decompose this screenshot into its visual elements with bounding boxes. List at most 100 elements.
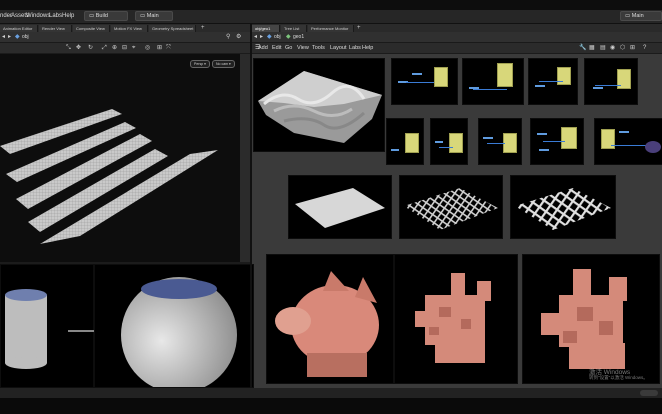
- lattice-thumbnail-1: [399, 175, 503, 239]
- node: [391, 149, 399, 151]
- terrain-thumbnail: [253, 58, 385, 152]
- network-icon[interactable]: ⊞: [630, 45, 635, 51]
- node-wire: [473, 89, 507, 90]
- tab-network-geo1[interactable]: obj/geo1: [252, 25, 280, 32]
- network-thumbnail-8: [530, 118, 584, 165]
- tab-tree-list[interactable]: Tree List: [281, 25, 307, 32]
- pane-divider[interactable]: [250, 24, 252, 388]
- network-thumbnail-4: [584, 58, 638, 105]
- watermark-subtitle: 转到"设置"以激活 Windows。: [589, 375, 648, 380]
- network-thumbnail-5: [386, 118, 424, 165]
- network-thumbnail-7: [478, 118, 522, 165]
- pig-voxel-thumbnail-2: [522, 254, 660, 384]
- view-tool-icon[interactable]: ◎: [145, 45, 150, 51]
- menu-windows[interactable]: Windows: [26, 13, 50, 19]
- status-indicator[interactable]: [640, 390, 658, 396]
- node: [593, 87, 603, 89]
- status-strip: [0, 388, 662, 398]
- sticky-node: [434, 67, 448, 87]
- node-wire: [595, 85, 621, 86]
- network-menu-edit[interactable]: Edit: [272, 45, 281, 51]
- pig-voxel-thumbnail-1: [394, 254, 518, 384]
- shape-icon[interactable]: ⬡: [620, 45, 625, 51]
- pig-voxel-mesh-coarse: [541, 269, 627, 369]
- right-path-obj[interactable]: obj: [274, 34, 281, 40]
- display-options-icon[interactable]: ⊞: [157, 45, 162, 51]
- desktop-selector[interactable]: ▭ Main: [620, 11, 662, 21]
- node: [539, 149, 549, 151]
- move-tool-icon[interactable]: ✥: [76, 45, 81, 51]
- desktop-tab-label: Build: [95, 13, 108, 19]
- sticky-node: [449, 133, 463, 153]
- panel-menu-icon[interactable]: ⚙: [236, 34, 241, 40]
- sticky-node: [497, 63, 513, 87]
- help-icon[interactable]: ?: [643, 45, 646, 51]
- pose-tool-icon[interactable]: ⌖: [132, 45, 135, 51]
- network-menu-layout[interactable]: Layout: [330, 45, 347, 51]
- network-thumbnail-3: [528, 58, 578, 105]
- add-tab-icon[interactable]: +: [357, 25, 361, 31]
- network-menu-tools[interactable]: Tools: [312, 45, 325, 51]
- node-wire: [406, 82, 434, 83]
- scale-tool-icon[interactable]: ⤢: [102, 45, 107, 51]
- window-bottom-band: [0, 398, 662, 414]
- desktop-tab-build[interactable]: ▭ Build: [84, 11, 128, 21]
- tools-icon[interactable]: 🔧: [579, 45, 586, 51]
- lattice-plane: [404, 188, 498, 230]
- main-menubar: nder Assets Windows Labs Help ▭ Build ▭ …: [0, 10, 662, 24]
- camera-menu-button[interactable]: No cam ▾: [212, 60, 235, 68]
- grid-strips-view: [0, 109, 218, 244]
- network-menu-labs[interactable]: Labs: [349, 45, 361, 51]
- handle-tool-icon[interactable]: ⊕: [112, 45, 117, 51]
- node-wire: [487, 143, 505, 144]
- tab-animation-editor[interactable]: Animation Editor: [0, 25, 38, 32]
- menu-labs[interactable]: Labs: [49, 13, 62, 19]
- plane-thumbnail: [288, 175, 392, 239]
- sphere-mesh: [121, 277, 237, 393]
- node-wire: [543, 141, 565, 142]
- back-arrow-icon[interactable]: ◂: [254, 34, 257, 40]
- desktop-tab-main[interactable]: ▭ Main: [135, 11, 173, 21]
- network-menu-view[interactable]: View: [297, 45, 309, 51]
- right-path-bar: ◂ ▸ ◆ obj ◆ geo1: [252, 32, 662, 43]
- tab-render-view[interactable]: Render View: [39, 25, 72, 32]
- network-thumbnail-1: [391, 58, 458, 105]
- lattice-thumbnail-2: [510, 175, 616, 239]
- layout-icon[interactable]: ▤: [600, 45, 606, 51]
- flat-plane: [295, 188, 385, 228]
- back-arrow-icon[interactable]: ◂: [2, 34, 5, 40]
- left-pane-tabs: Animation Editor Render View Composite V…: [0, 24, 250, 32]
- node-wire: [539, 81, 563, 82]
- tab-composite-view[interactable]: Composite View: [73, 25, 110, 32]
- rotate-tool-icon[interactable]: ↻: [88, 45, 93, 51]
- forward-arrow-icon[interactable]: ▸: [8, 34, 11, 40]
- persp-menu-button[interactable]: Persp ▾: [190, 60, 210, 68]
- window-top-band: [0, 0, 662, 10]
- sticky-node: [617, 69, 631, 89]
- menu-help[interactable]: Help: [62, 13, 74, 19]
- desktop-selector-label: Main: [631, 13, 644, 19]
- grid-icon[interactable]: ▦: [589, 45, 595, 51]
- forward-arrow-icon[interactable]: ▸: [260, 34, 263, 40]
- left-path-bar: ◂ ▸ ◆ obj ⚲ ⚙: [0, 32, 250, 43]
- network-menu-add[interactable]: Add: [258, 45, 268, 51]
- sticky-node: [557, 67, 571, 85]
- tab-performance-monitor[interactable]: Performance Monitor: [308, 25, 354, 32]
- tab-motion-fx-view[interactable]: Motion FX View: [111, 25, 148, 32]
- pin-icon[interactable]: ⚲: [226, 34, 230, 40]
- color-icon[interactable]: ◉: [610, 45, 615, 51]
- node: [435, 141, 443, 143]
- network-thumbnail-9: [594, 118, 662, 165]
- sticky-node: [561, 127, 577, 149]
- add-tab-icon[interactable]: +: [201, 25, 205, 31]
- scene-viewport[interactable]: Persp ▾ No cam ▾: [0, 54, 240, 262]
- network-menu-help[interactable]: Help: [362, 45, 373, 51]
- right-path-geo[interactable]: geo1: [293, 34, 304, 40]
- network-menu-go[interactable]: Go: [285, 45, 292, 51]
- pig-voxel-mesh: [415, 273, 491, 363]
- snap-icon[interactable]: ⊟: [122, 45, 127, 51]
- select-tool-icon[interactable]: ⤡: [66, 45, 71, 51]
- expand-icon[interactable]: ⤧: [166, 45, 171, 51]
- tab-geometry-spreadsheet[interactable]: Geometry Spreadsheet: [149, 25, 196, 32]
- left-path-label[interactable]: obj: [22, 34, 29, 40]
